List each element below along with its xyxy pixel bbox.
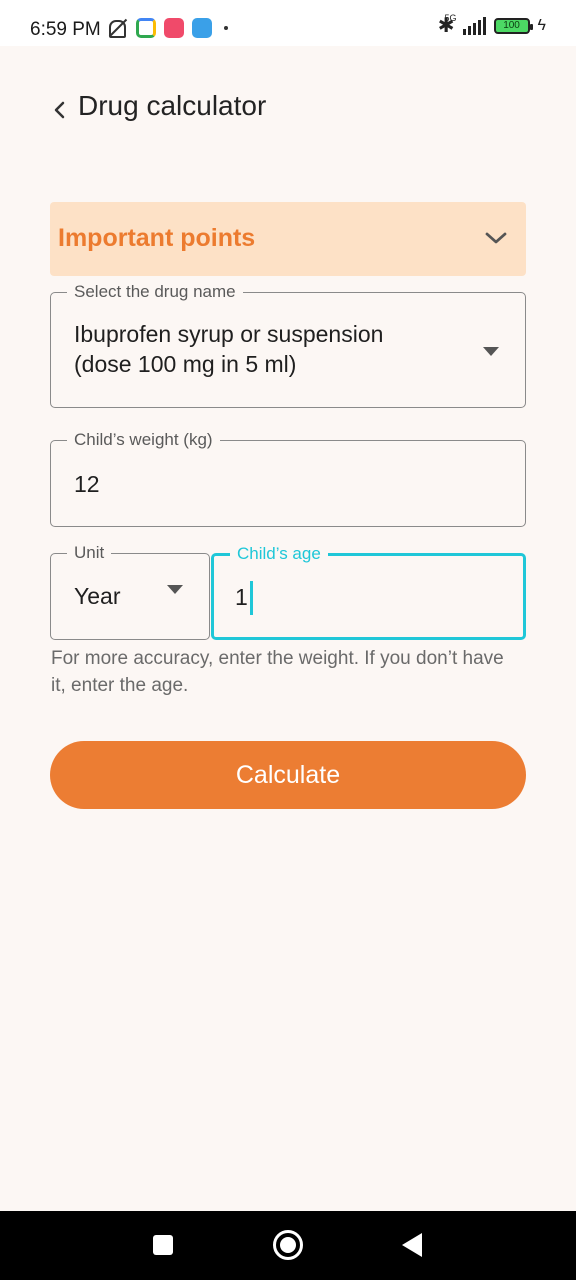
dropdown-arrow-icon: [483, 347, 499, 356]
drug-name-line2: (dose 100 mg in 5 ml): [74, 351, 297, 377]
important-points-label: Important points: [58, 224, 256, 252]
child-age-field[interactable]: Child’s age 1: [211, 543, 526, 640]
mute-icon: [106, 17, 128, 39]
status-time: 6:59 PM: [30, 19, 101, 40]
child-age-value-wrap: 1: [235, 581, 253, 616]
page-title: Drug calculator: [78, 90, 267, 121]
child-weight-field[interactable]: Child’s weight (kg) 12: [50, 429, 526, 527]
system-nav-bar: [0, 1211, 576, 1280]
child-weight-value: 12: [74, 471, 100, 497]
status-system-icons: ✱ 5G 100 ϟ: [438, 13, 546, 36]
dot-icon: [224, 26, 228, 30]
dropdown-arrow-icon: [167, 585, 183, 594]
unit-label: Unit: [67, 542, 112, 564]
child-age-label: Child’s age: [230, 543, 328, 565]
child-weight-label: Child’s weight (kg): [67, 429, 220, 451]
meet-icon: [136, 18, 156, 38]
charging-icon: ϟ: [537, 17, 546, 34]
unit-value: Year: [74, 583, 121, 609]
upload-icon: [192, 18, 212, 38]
unit-select[interactable]: Unit Year: [50, 542, 210, 640]
helper-text: For more accuracy, enter the weight. If …: [51, 648, 504, 696]
status-notification-icons: [106, 17, 228, 39]
status-bar: 6:59 PM ✱ 5G 100 ϟ: [0, 0, 576, 46]
important-points-expander[interactable]: Important points: [50, 202, 526, 276]
network-type: 5G: [444, 13, 457, 23]
battery-icon: 100: [493, 18, 533, 34]
signal-icon: 5G: [445, 13, 486, 35]
drug-name-select[interactable]: Select the drug name Ibuprofen syrup or …: [50, 281, 526, 408]
chevron-left-icon: [54, 101, 65, 119]
drug-name-label: Select the drug name: [67, 281, 243, 303]
chevron-down-icon: [485, 232, 507, 244]
child-age-value: 1: [235, 584, 248, 611]
home-icon[interactable]: [273, 1230, 303, 1260]
app-icon: [164, 18, 184, 38]
back-button[interactable]: [50, 98, 70, 122]
calculate-button[interactable]: Calculate: [50, 741, 526, 809]
drug-name-value: Ibuprofen syrup or suspension (dose 100 …: [74, 319, 383, 379]
drug-name-line1: Ibuprofen syrup or suspension: [74, 321, 384, 347]
recents-icon[interactable]: [153, 1235, 173, 1255]
back-icon[interactable]: [402, 1233, 422, 1257]
text-cursor: [249, 581, 253, 615]
